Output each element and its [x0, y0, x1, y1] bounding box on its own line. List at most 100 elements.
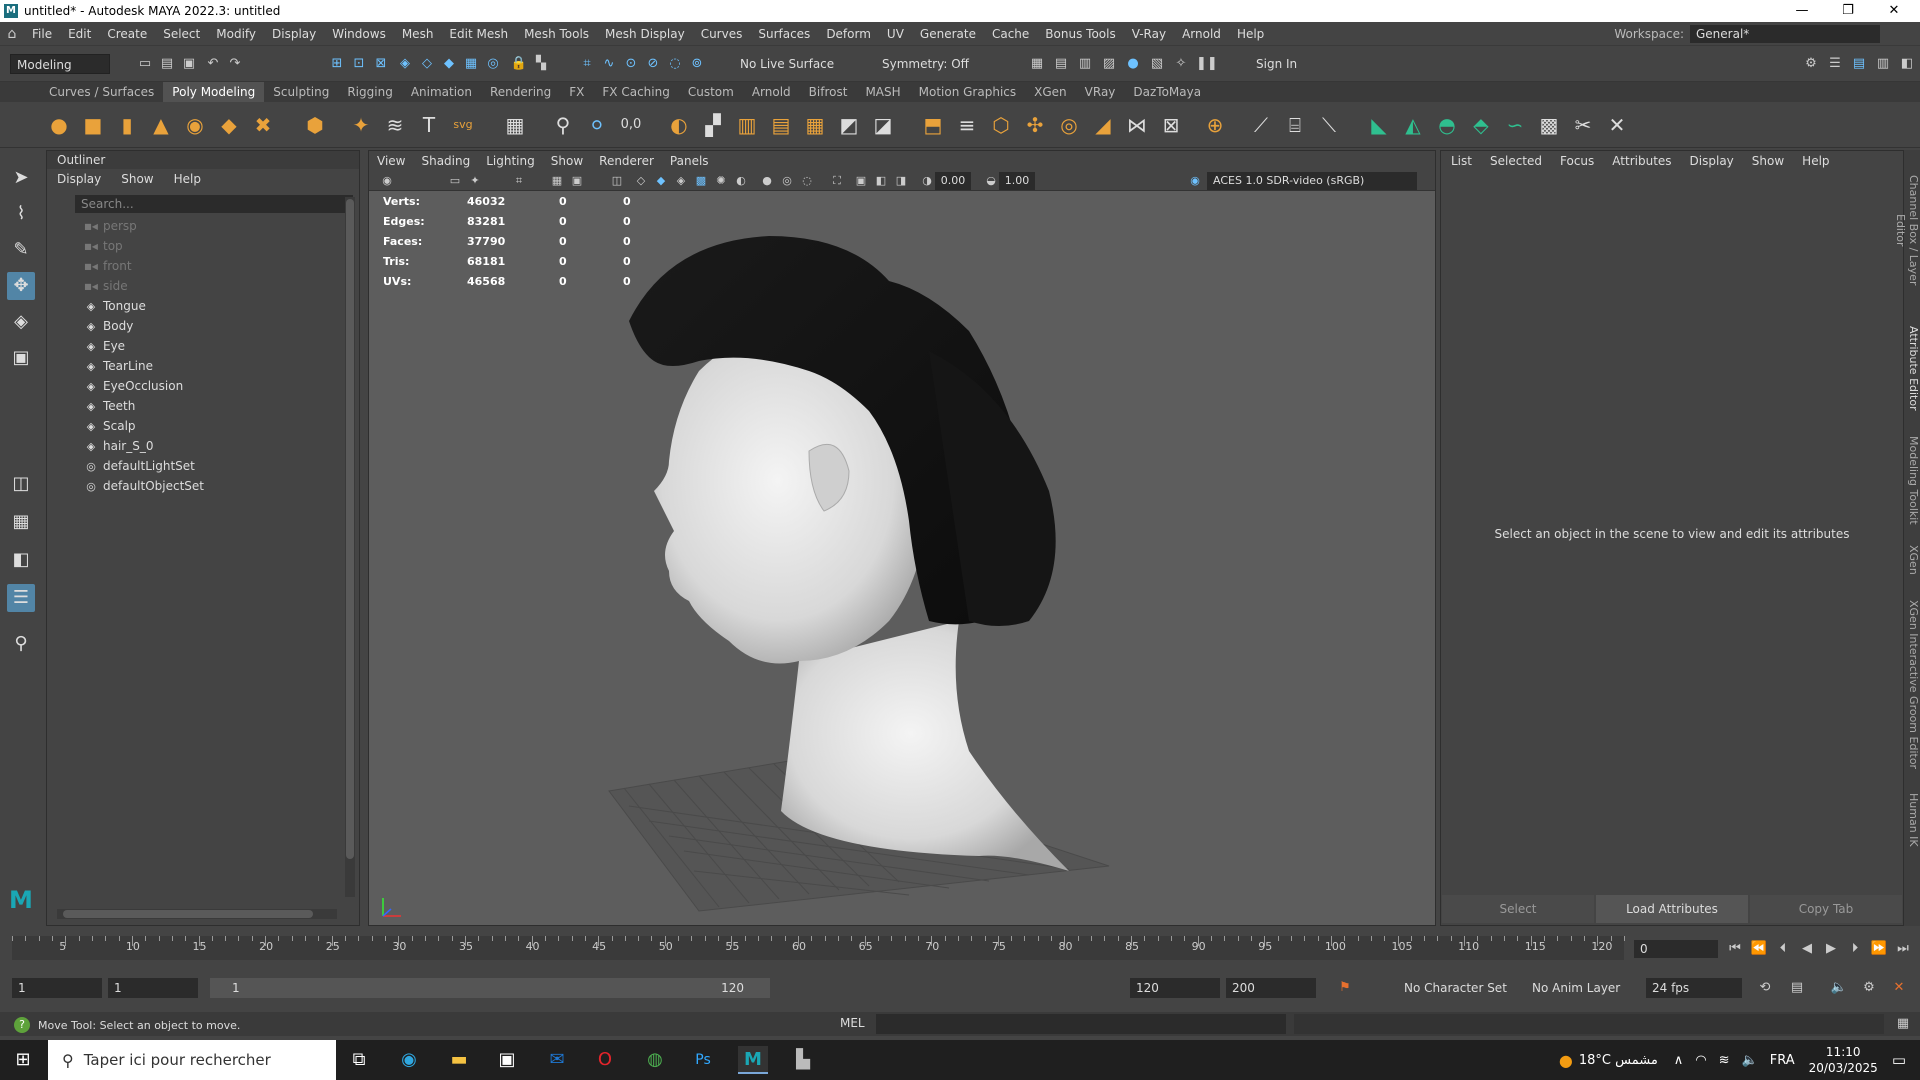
outliner-item[interactable]: ◈ TearLine: [83, 357, 153, 375]
svg-tool-icon[interactable]: svg: [448, 110, 478, 140]
menu-modify[interactable]: Modify: [208, 27, 264, 41]
modeling-toolkit-icon[interactable]: ⚙: [1802, 55, 1820, 73]
timeline-bar[interactable]: 5 10 15 20 25 30 35 40 45 50 55 60 65 70 75 80 85 90 95 100…: [12, 936, 1625, 960]
live-surface-field[interactable]: No Live Surface: [734, 54, 844, 74]
search-tool-icon[interactable]: ⚲: [7, 630, 35, 658]
poly-plane-icon[interactable]: ◆: [214, 110, 244, 140]
menu-edit[interactable]: Edit: [60, 27, 99, 41]
range-bar[interactable]: 1 120: [210, 978, 770, 998]
color-management-icon[interactable]: ◉: [1187, 173, 1203, 189]
outliner-menu-display[interactable]: Display: [57, 172, 101, 186]
pause-viewport-icon[interactable]: ❚❚: [1196, 55, 1218, 73]
microsoft-store-icon[interactable]: ▣: [492, 1046, 522, 1074]
hypershade-icon[interactable]: ●: [1124, 55, 1142, 73]
shadows-icon[interactable]: ◐: [733, 173, 749, 189]
offset-edge-loop-icon[interactable]: ⊕: [1200, 110, 1230, 140]
volume-icon[interactable]: 🔈: [1742, 1053, 1758, 1068]
open-scene-icon[interactable]: ▤: [158, 55, 176, 73]
outliner-item[interactable]: ◈ Body: [83, 317, 134, 335]
quad-draw-icon[interactable]: ⋈: [1122, 110, 1152, 140]
chrome-browser-icon[interactable]: ◍: [640, 1046, 670, 1074]
ipr-render-icon[interactable]: ▥: [1076, 55, 1094, 73]
select-hierarchy-icon[interactable]: ⊞: [328, 55, 346, 73]
snap-curve-icon[interactable]: ∿: [600, 55, 618, 73]
wireframe-icon[interactable]: ◇: [633, 173, 649, 189]
lasso-tool-icon[interactable]: ⌇: [7, 200, 35, 228]
menu-uv[interactable]: UV: [879, 27, 912, 41]
anim-layer-dropdown[interactable]: No Anim Layer: [1526, 978, 1634, 998]
command-input[interactable]: [876, 1014, 1286, 1034]
attr-menu-help[interactable]: Help: [1802, 154, 1829, 168]
outliner-layout-icon[interactable]: ☰: [7, 584, 35, 612]
current-frame-field[interactable]: 0: [1634, 940, 1718, 958]
select-tool-icon[interactable]: ➤: [7, 164, 35, 192]
attribute-editor-icon[interactable]: ☰: [1826, 55, 1844, 73]
cut-uv-icon[interactable]: ✂: [1568, 110, 1598, 140]
automatic-uv-icon[interactable]: ⬘: [1466, 110, 1496, 140]
outliner-menu-show[interactable]: Show: [121, 172, 153, 186]
menu-arnold[interactable]: Arnold: [1174, 27, 1229, 41]
go-to-start-icon[interactable]: ⏮: [1726, 940, 1744, 958]
save-scene-icon[interactable]: ▣: [180, 55, 198, 73]
outliner-vertical-scrollbar[interactable]: [345, 197, 355, 897]
menuset-dropdown[interactable]: Modeling: [10, 54, 110, 74]
bridge-icon[interactable]: ◩: [834, 110, 864, 140]
menu-mesh[interactable]: Mesh: [394, 27, 442, 41]
play-backward-icon[interactable]: ◀: [1798, 940, 1816, 958]
home-icon[interactable]: ⌂: [0, 26, 24, 42]
select-face-icon[interactable]: ◆: [440, 55, 458, 73]
outliner-item[interactable]: ◎ defaultLightSet: [83, 457, 195, 475]
tool-settings-icon[interactable]: ▤: [1850, 55, 1868, 73]
render-sequence-icon[interactable]: ▤: [1052, 55, 1070, 73]
language-indicator[interactable]: FRA: [1770, 1053, 1795, 1068]
shelf-tab-mash[interactable]: MASH: [856, 82, 909, 102]
outliner-item[interactable]: ◎ defaultObjectSet: [83, 477, 204, 495]
four-view-icon[interactable]: ▦: [7, 508, 35, 536]
workspace-dropdown[interactable]: General*: [1690, 25, 1880, 43]
outliner-item[interactable]: ◈ Tongue: [83, 297, 146, 315]
clock[interactable]: 11:10 20/03/2025: [1809, 1044, 1878, 1076]
outliner-item[interactable]: ■◀ front: [83, 257, 131, 275]
shelf-tab-motion-graphics[interactable]: Motion Graphics: [910, 82, 1026, 102]
shelf-tab-vray[interactable]: VRay: [1076, 82, 1125, 102]
menu-help[interactable]: Help: [1229, 27, 1272, 41]
xray-components-icon[interactable]: ◨: [893, 173, 909, 189]
cylindrical-uv-icon[interactable]: ◭: [1398, 110, 1428, 140]
outlook-icon[interactable]: ✉: [542, 1046, 572, 1074]
step-back-icon[interactable]: ⏪: [1750, 940, 1768, 958]
extrude-icon[interactable]: ⬒: [918, 110, 948, 140]
select-uv-icon[interactable]: ▦: [462, 55, 480, 73]
menu-curves[interactable]: Curves: [693, 27, 751, 41]
outliner-item[interactable]: ■◀ persp: [83, 217, 137, 235]
symmetry-field[interactable]: Symmetry: Off: [876, 54, 982, 74]
film-gate-icon[interactable]: ▦: [549, 173, 565, 189]
viewport-menu-view[interactable]: View: [377, 154, 405, 168]
sound-icon[interactable]: 🔈: [1830, 979, 1848, 997]
outliner-item[interactable]: ◈ Teeth: [83, 397, 136, 415]
slide-edge-icon[interactable]: ⌸: [1280, 110, 1310, 140]
side-tab-xgen-groom[interactable]: XGen Interactive Groom Editor: [1904, 590, 1920, 780]
poly-cylinder-icon[interactable]: ▮: [112, 110, 142, 140]
menu-select[interactable]: Select: [155, 27, 208, 41]
menu-deform[interactable]: Deform: [818, 27, 879, 41]
gamma-field[interactable]: 1.00: [999, 172, 1035, 190]
maya-m-icon[interactable]: M: [7, 886, 35, 914]
spin-edge-icon[interactable]: 0,0: [616, 110, 646, 140]
animation-end-field[interactable]: 200: [1226, 978, 1316, 998]
light-editor-icon[interactable]: ✧: [1172, 55, 1190, 73]
attr-menu-list[interactable]: List: [1451, 154, 1472, 168]
snap-surface-icon[interactable]: ◌: [666, 55, 684, 73]
shelf-tab-rigging[interactable]: Rigging: [338, 82, 401, 102]
notifications-icon[interactable]: ▭: [1892, 1051, 1906, 1069]
highlight-selection-icon[interactable]: ▚: [532, 55, 550, 73]
channel-box-icon[interactable]: ▥: [1874, 55, 1892, 73]
side-tab-modeling-toolkit[interactable]: Modeling Toolkit: [1904, 430, 1920, 530]
poly-sphere-icon[interactable]: ●: [44, 110, 74, 140]
side-tab-xgen[interactable]: XGen: [1904, 540, 1920, 580]
keyframe-icon[interactable]: ✕: [1890, 979, 1908, 997]
extract-icon[interactable]: ▤: [766, 110, 796, 140]
poly-cone-icon[interactable]: ▲: [146, 110, 176, 140]
menu-display[interactable]: Display: [264, 27, 324, 41]
sign-in-button[interactable]: Sign In: [1250, 54, 1372, 74]
paint-select-icon[interactable]: ✎: [7, 236, 35, 264]
